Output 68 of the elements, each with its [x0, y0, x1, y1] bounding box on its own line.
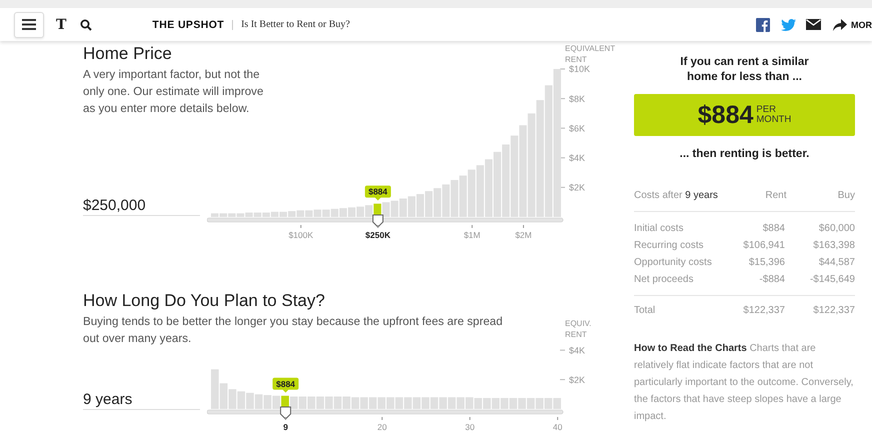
x-tick-label: 20 [377, 422, 387, 432]
y-tick-label: $10K [569, 64, 590, 74]
table-cell-text: $163,398 [812, 239, 855, 253]
x-tick-label: $100K [288, 230, 314, 240]
search-icon[interactable] [80, 18, 92, 30]
chart-bar[interactable] [382, 202, 390, 217]
slider-handle[interactable] [280, 406, 292, 420]
table-cell-text: $122,337 [742, 305, 785, 316]
logo[interactable]: T [56, 16, 66, 32]
chart-bar[interactable] [290, 396, 298, 409]
x-tick-label: $1M [464, 230, 480, 240]
factor-description: Buying tends to be better the longer you stay because the upfront fees are spread out over many years. [83, 314, 503, 347]
table-cell-text: Net proceeds [634, 273, 694, 287]
menu-button[interactable] [14, 12, 44, 38]
value-field[interactable]: $250,000 [83, 197, 200, 216]
table-cell-text: $122,337 [812, 305, 855, 316]
share-button[interactable]: MOR [833, 18, 872, 30]
factor-title: Home Price [83, 43, 172, 65]
y-tick-label: $2K [569, 374, 586, 385]
column-header: Rent [764, 190, 786, 201]
y-tick-label: $6K [569, 123, 586, 134]
x-tick-label: 40 [552, 422, 562, 432]
y-tick-label: $4K [569, 345, 586, 356]
x-tick-label: 9 [283, 422, 288, 432]
article-title: Is It Better to Rent or Buy? [241, 19, 350, 30]
table-cell-text: -$145,649 [808, 273, 855, 287]
x-tick-label: $250K [365, 230, 390, 240]
y-tick-label: $4K [569, 153, 586, 163]
factor-title: How Long Do You Plan to Stay? [83, 290, 325, 312]
column-header: Buy [836, 190, 855, 201]
facebook-icon[interactable] [756, 18, 770, 32]
table-cell-text: Total [634, 305, 656, 316]
table-cell-text: $106,941 [742, 239, 785, 253]
menu-icon [22, 19, 36, 30]
result-conclusion: ... then renting is better. [678, 148, 810, 160]
slider-handle[interactable] [372, 214, 384, 228]
bird-icon[interactable] [781, 18, 796, 30]
table-cell-text: $15,396 [748, 256, 785, 270]
chart-reading-note: How to Read the Charts Charts that are relatively flat indicate factors that are not particularly important to the outcome. Conversely, the factors that have steep slopes have a large impact. [634, 342, 854, 424]
table-cell-text: Initial costs [634, 222, 684, 236]
factor-description: A very important factor, but not the only one. Our estimate will improve as you enter more details below. [83, 67, 264, 117]
mail-icon[interactable] [806, 19, 821, 30]
slider-track[interactable] [207, 218, 564, 222]
table-cell-text: -$884 [758, 273, 785, 287]
table-cell-text: $60,000 [818, 222, 855, 236]
y-tick-label: $2K [569, 182, 586, 193]
value-field[interactable]: 9 years [83, 391, 200, 410]
table-header: Costs after 9 years [634, 190, 718, 201]
table-cell-text: Recurring costs [634, 239, 704, 253]
axis-title: EQUIV. RENT [565, 319, 592, 339]
x-tick-label: 30 [465, 422, 475, 432]
share-arrow-icon [833, 18, 847, 30]
value-tooltip: $884 [272, 378, 299, 393]
y-tick-label: $8K [569, 94, 586, 104]
result-intro: If you can rent a similar home for less than ... [679, 55, 810, 85]
slider-track[interactable] [207, 410, 564, 414]
annotation: $884 [276, 378, 296, 389]
table-cell-text: Opportunity costs [634, 256, 713, 270]
table-cell-text: $44,587 [818, 256, 855, 270]
value-tooltip: $884 [364, 186, 391, 200]
unit-label: PER [756, 105, 777, 115]
x-tick-label: $2M [515, 230, 532, 240]
rent-amount: $884 [698, 100, 754, 130]
annotation: $884 [368, 186, 388, 197]
unit-label: MONTH [756, 115, 792, 125]
axis-title: EQUIVALENT RENT [565, 44, 616, 64]
section-name[interactable]: THE UPSHOT [152, 18, 224, 30]
table-cell-text: $884 [762, 222, 785, 236]
